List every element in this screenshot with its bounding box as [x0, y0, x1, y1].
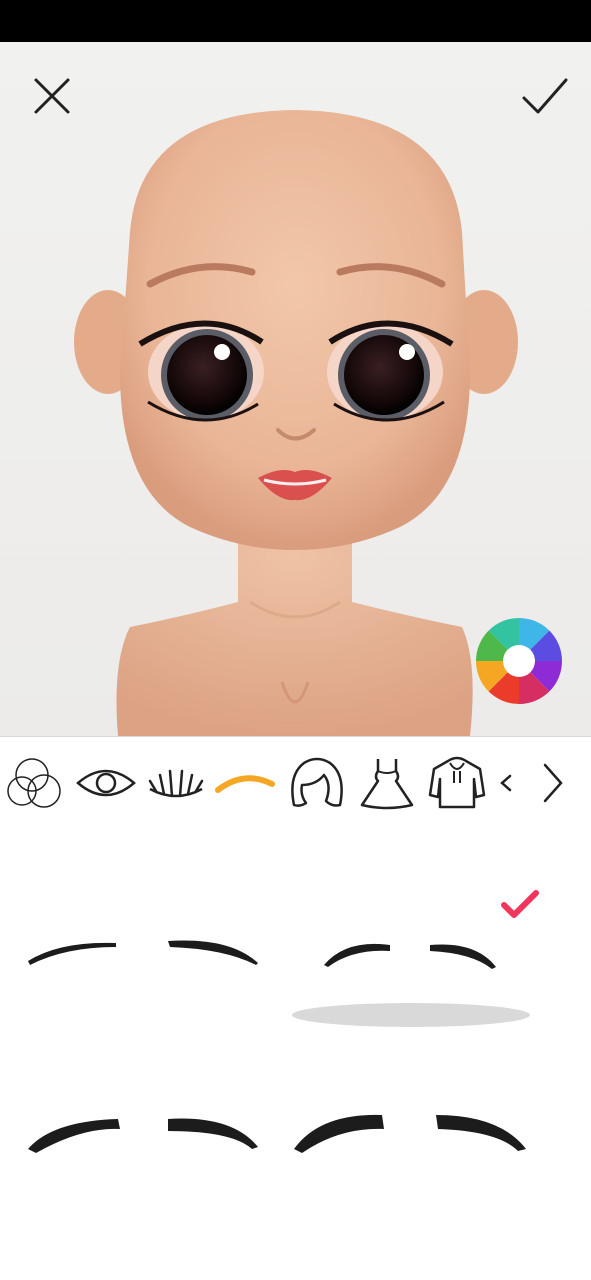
chevron-left-icon	[500, 774, 512, 792]
eyebrow-option-4[interactable]	[290, 1099, 540, 1161]
eyebrow-option-2[interactable]	[316, 927, 506, 977]
eyelashes-icon	[148, 769, 204, 798]
selected-checkmark	[500, 889, 540, 921]
checkmark-icon	[522, 78, 568, 114]
color-wheel-icon	[476, 618, 562, 704]
tab-skin-tone[interactable]	[6, 751, 66, 815]
eye-icon	[76, 769, 136, 797]
selected-option-shadow	[292, 1003, 530, 1027]
dress-icon	[360, 759, 414, 810]
tab-eyes[interactable]	[74, 751, 138, 815]
eyebrow-thick-arched-icon	[294, 1114, 526, 1153]
eyebrow-thin-straight-icon	[28, 940, 258, 965]
tab-hair[interactable]	[286, 751, 348, 815]
eyebrow-icon	[215, 775, 275, 793]
eyebrow-options-grid: 1	[0, 831, 591, 1280]
tab-eyebrows[interactable]	[214, 751, 276, 815]
chevron-right-icon	[543, 763, 563, 803]
confirm-button[interactable]	[518, 72, 572, 120]
scroll-left-button[interactable]	[494, 751, 518, 815]
tab-dress[interactable]	[356, 751, 418, 815]
close-icon	[34, 78, 70, 114]
tab-eyelashes[interactable]	[146, 751, 206, 815]
status-bar	[0, 0, 591, 42]
eyebrow-thick-feathered-icon	[28, 1118, 258, 1153]
hair-icon	[291, 757, 343, 807]
checkmark-icon	[501, 890, 539, 918]
eyebrow-option-3[interactable]	[22, 1101, 272, 1161]
avatar-preview	[0, 42, 591, 736]
hoodie-icon	[428, 756, 486, 809]
scroll-right-button[interactable]	[534, 751, 570, 815]
category-toolbar	[0, 736, 591, 832]
close-button[interactable]	[28, 72, 76, 120]
selected-option-index: 1	[0, 831, 1, 832]
color-picker-button[interactable]	[476, 618, 562, 704]
eyebrow-thin-arched-icon	[324, 943, 496, 969]
skin-tone-icon	[7, 758, 61, 808]
tab-tops[interactable]	[426, 751, 488, 815]
eyebrow-option-1[interactable]	[20, 919, 270, 979]
